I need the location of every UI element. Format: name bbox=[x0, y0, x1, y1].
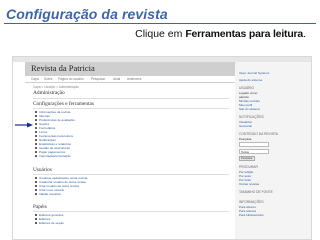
sidebar-notif-manage[interactable]: Gerenciar bbox=[239, 124, 252, 128]
breadcrumb: Capa > Usuário > Administração bbox=[33, 85, 79, 89]
sidebar-search-button[interactable]: Pesquisar bbox=[239, 156, 255, 161]
nav-about[interactable]: Sobre bbox=[44, 77, 53, 81]
nav-home[interactable]: Capa bbox=[31, 77, 39, 81]
sidebar-search-input[interactable] bbox=[239, 142, 269, 147]
bullet bbox=[35, 143, 37, 145]
bullet bbox=[35, 151, 37, 153]
divider bbox=[33, 108, 229, 109]
sidebar-browse-other[interactable]: Outras revistas bbox=[239, 182, 259, 186]
bullet bbox=[35, 177, 37, 179]
instruction-emphasis: Ferramentas para leitura bbox=[185, 28, 304, 40]
roles-link-section-editors[interactable]: Editores de seção bbox=[39, 221, 64, 225]
config-heading: Configurações e ferramentas bbox=[33, 101, 94, 107]
nav-search[interactable]: Pesquisar bbox=[91, 77, 105, 81]
sidebar-help-link[interactable]: Ajuda do sistema bbox=[239, 78, 262, 82]
bullet bbox=[35, 155, 37, 157]
bullet bbox=[35, 131, 37, 133]
config-link-import-export[interactable]: Importação/exportação bbox=[39, 154, 71, 158]
sidebar-search-select-value: Todos bbox=[241, 150, 250, 154]
bullet bbox=[35, 222, 37, 224]
users-heading: Usuários bbox=[33, 167, 52, 173]
sidebar-search-label: Pesquisa bbox=[239, 137, 252, 141]
bullet bbox=[35, 147, 37, 149]
main-nav: Capa Sobre Página do usuário Pesquisar A… bbox=[25, 76, 235, 83]
bullet bbox=[35, 185, 37, 187]
bullet bbox=[35, 111, 37, 113]
bullet bbox=[35, 218, 37, 220]
bullet bbox=[35, 115, 37, 117]
bullet bbox=[35, 119, 37, 121]
nav-current[interactable]: Atual bbox=[113, 77, 120, 81]
bullet bbox=[35, 214, 37, 216]
page-title: Administração bbox=[33, 90, 65, 96]
title-divider bbox=[4, 23, 316, 24]
bullet bbox=[35, 139, 37, 141]
sidebar-ojs-link[interactable]: Open Journal Systems bbox=[239, 71, 269, 75]
bullet bbox=[35, 123, 37, 125]
site-header: Revista da Patricia bbox=[25, 62, 235, 76]
sidebar-info-heading: Informações bbox=[239, 200, 264, 204]
nav-user-home[interactable]: Página do usuário bbox=[58, 77, 84, 81]
bullet bbox=[35, 135, 37, 137]
sidebar-notif-heading: Notificações bbox=[239, 115, 264, 119]
embedded-screenshot: Revista da Patricia Capa Sobre Página do… bbox=[12, 56, 312, 240]
users-link-validate[interactable]: Validar usuários bbox=[39, 192, 61, 196]
sidebar-browse-heading: Procurar bbox=[239, 165, 258, 169]
sidebar-font-heading: Tamanho de fonte bbox=[239, 190, 273, 194]
sidebar-search-button-label: Pesquisar bbox=[241, 157, 253, 160]
site-name: Revista da Patricia bbox=[31, 63, 95, 73]
bullet bbox=[35, 193, 37, 195]
bullet bbox=[35, 189, 37, 191]
divider bbox=[33, 211, 229, 212]
sidebar-user-heading: Usuário bbox=[239, 86, 255, 90]
bullet bbox=[35, 127, 37, 129]
instruction-prefix: Clique em bbox=[135, 28, 186, 40]
sidebar-logout[interactable]: Sair do sistema bbox=[239, 107, 260, 111]
bullet bbox=[35, 181, 37, 183]
sidebar-search-select[interactable]: Todos bbox=[239, 149, 269, 154]
divider bbox=[33, 98, 229, 99]
instruction-text: Clique em Ferramentas para leitura. bbox=[135, 28, 306, 40]
nav-archives[interactable]: Anteriores bbox=[127, 77, 142, 81]
divider bbox=[33, 174, 229, 175]
sidebar-info-librarians[interactable]: Para bibliotecários bbox=[239, 213, 264, 217]
roles-heading: Papéis bbox=[33, 204, 47, 210]
slide-title: Configuração da revista bbox=[6, 6, 168, 22]
sidebar: Open Journal Systems Ajuda do sistema Us… bbox=[235, 62, 311, 239]
instruction-suffix: . bbox=[303, 28, 306, 40]
pointer-arrow-icon bbox=[15, 122, 33, 128]
sidebar-search-heading: Conteúdo da revista bbox=[239, 132, 278, 136]
